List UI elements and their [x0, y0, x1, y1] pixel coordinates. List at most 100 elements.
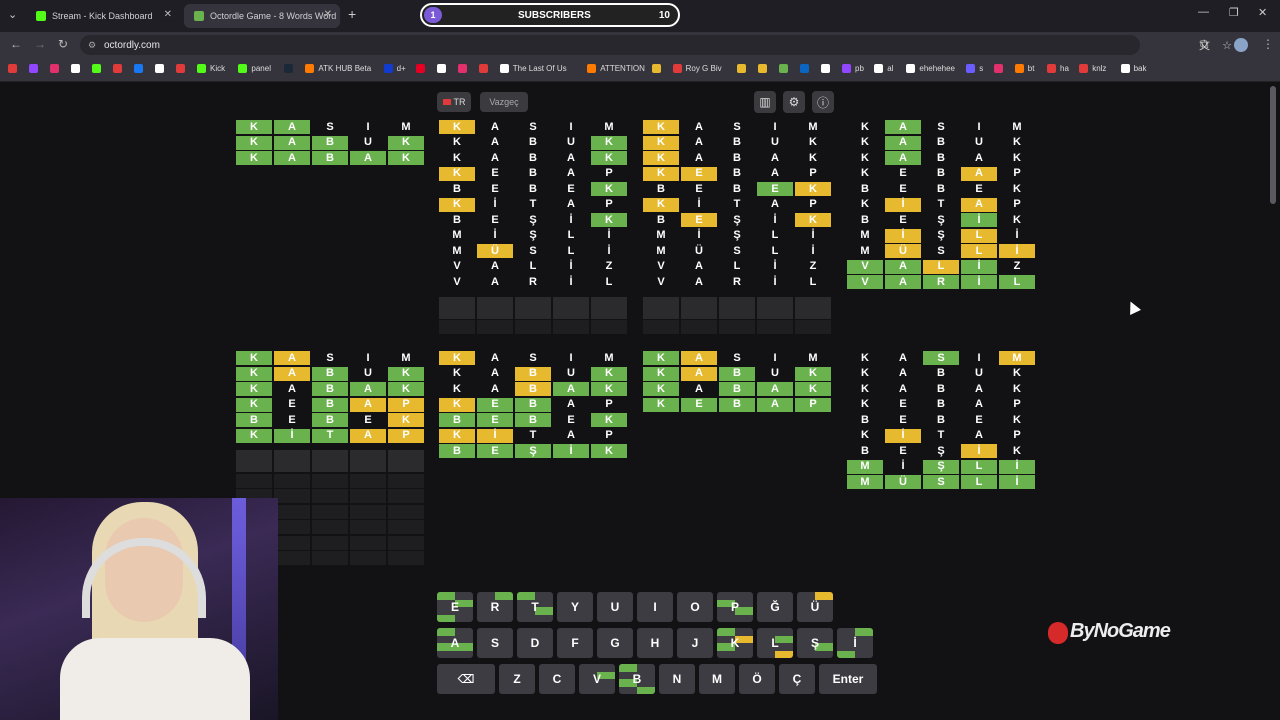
- bookmark-item[interactable]: [436, 64, 450, 73]
- tab-search-icon[interactable]: ⌄: [8, 8, 17, 21]
- close-window-button[interactable]: ✕: [1258, 6, 1267, 19]
- key-m[interactable]: M: [699, 664, 735, 694]
- bookmark-item[interactable]: [993, 64, 1007, 73]
- bookmark-item[interactable]: [478, 64, 492, 73]
- bookmark-item[interactable]: pb: [842, 64, 864, 73]
- bookmark-item[interactable]: [779, 64, 792, 73]
- key-k[interactable]: K: [717, 628, 753, 658]
- key-n[interactable]: N: [659, 664, 695, 694]
- key-i̇[interactable]: İ: [837, 628, 873, 658]
- key-h[interactable]: H: [637, 628, 673, 658]
- key-p[interactable]: P: [717, 592, 753, 622]
- bookmark-favicon-icon: [1079, 64, 1089, 73]
- bookmark-item[interactable]: [737, 64, 750, 73]
- bookmark-item[interactable]: [71, 64, 84, 73]
- close-icon[interactable]: ✕: [324, 9, 332, 20]
- key-u[interactable]: U: [597, 592, 633, 622]
- bookmark-item[interactable]: [113, 64, 126, 73]
- gear-icon[interactable]: ⚙: [783, 91, 805, 113]
- bookmark-item[interactable]: [92, 64, 105, 73]
- letter-tile: K: [795, 366, 831, 381]
- key-y[interactable]: Y: [557, 592, 593, 622]
- bookmark-item[interactable]: [176, 64, 189, 73]
- bookmark-item[interactable]: [134, 64, 147, 73]
- board-row: VARİL: [847, 275, 1035, 289]
- key-b[interactable]: B: [619, 664, 655, 694]
- profile-avatar[interactable]: [1234, 38, 1248, 52]
- bookmark-item[interactable]: Roy G Biv: [672, 64, 722, 73]
- bookmark-item[interactable]: bt: [1014, 64, 1034, 73]
- key-r[interactable]: R: [477, 592, 513, 622]
- current-input-tile: [591, 296, 627, 319]
- back-icon[interactable]: ←: [10, 37, 22, 51]
- new-tab-button[interactable]: +: [348, 6, 356, 22]
- key-ü[interactable]: Ü: [797, 592, 833, 622]
- tab-octordle[interactable]: Octordle Game - 8 Words Word ✕: [184, 4, 340, 28]
- tab-kick-dashboard[interactable]: Stream - Kick Dashboard ✕: [26, 4, 180, 28]
- bookmark-favicon-icon: [651, 64, 661, 73]
- language-button[interactable]: TR: [437, 92, 471, 112]
- bookmark-item[interactable]: al: [874, 64, 893, 73]
- key-j[interactable]: J: [677, 628, 713, 658]
- bookmark-item[interactable]: knlz: [1079, 64, 1106, 73]
- bookmark-item[interactable]: s: [966, 64, 983, 73]
- bookmark-item[interactable]: [29, 64, 42, 73]
- bookmark-item[interactable]: ha: [1047, 64, 1069, 73]
- info-icon[interactable]: ⓘ: [812, 91, 834, 113]
- key-i[interactable]: I: [637, 592, 673, 622]
- key-e[interactable]: E: [437, 592, 473, 622]
- bookmark-item[interactable]: panel: [238, 64, 271, 73]
- backspace-icon[interactable]: ⌫: [437, 664, 495, 694]
- bookmark-item[interactable]: [8, 64, 21, 73]
- bookmark-item[interactable]: ATTENTION: [587, 64, 645, 73]
- bookmark-item[interactable]: Kick: [197, 64, 225, 73]
- key-ç[interactable]: Ç: [779, 664, 815, 694]
- key-ğ[interactable]: Ğ: [757, 592, 793, 622]
- current-input-tile: [681, 296, 717, 319]
- bookmark-item[interactable]: [284, 64, 297, 73]
- key-t[interactable]: T: [517, 592, 553, 622]
- menu-icon[interactable]: ⋮: [1262, 37, 1274, 51]
- bookmark-item[interactable]: [758, 64, 771, 73]
- key-f[interactable]: F: [557, 628, 593, 658]
- site-info-icon[interactable]: ⚙: [88, 40, 96, 51]
- forward-icon[interactable]: →: [34, 37, 46, 51]
- letter-tile: K: [591, 366, 627, 381]
- bookmark-item[interactable]: bak: [1120, 64, 1147, 73]
- bookmark-item[interactable]: d+: [383, 64, 406, 73]
- reload-icon[interactable]: ↻: [58, 37, 68, 51]
- maximize-button[interactable]: ❐: [1229, 6, 1239, 19]
- key-d[interactable]: D: [517, 628, 553, 658]
- key-v[interactable]: V: [579, 664, 615, 694]
- page-scrollbar[interactable]: [1270, 86, 1276, 204]
- bookmark-item[interactable]: ehehehee: [906, 64, 955, 73]
- key-c[interactable]: C: [539, 664, 575, 694]
- bookmark-item[interactable]: [155, 64, 168, 73]
- bookmark-item[interactable]: The Last Of Us: [499, 64, 567, 73]
- extensions-icon[interactable]: ⧉: [1200, 37, 1209, 52]
- bookmark-item[interactable]: [800, 64, 813, 73]
- key-o[interactable]: O: [677, 592, 713, 622]
- enter-key[interactable]: Enter: [819, 664, 877, 694]
- bookmark-star-icon[interactable]: ☆: [1222, 39, 1232, 52]
- bookmark-item[interactable]: [50, 64, 63, 73]
- key-ş[interactable]: Ş: [797, 628, 833, 658]
- key-ö[interactable]: Ö: [739, 664, 775, 694]
- close-icon[interactable]: ✕: [164, 9, 172, 20]
- key-l[interactable]: L: [757, 628, 793, 658]
- bookmark-item[interactable]: [415, 64, 429, 73]
- key-g[interactable]: G: [597, 628, 633, 658]
- address-field[interactable]: ⚙ octordly.com 文 ☆: [80, 35, 1232, 55]
- key-a[interactable]: A: [437, 628, 473, 658]
- bookmark-item[interactable]: [651, 64, 665, 73]
- give-up-button[interactable]: Vazgeç: [480, 92, 528, 112]
- letter-tile: B: [515, 413, 551, 427]
- key-s[interactable]: S: [477, 628, 513, 658]
- key-z[interactable]: Z: [499, 664, 535, 694]
- bookmark-item[interactable]: [457, 64, 471, 73]
- letter-tile: A: [695, 151, 703, 164]
- bookmark-item[interactable]: [821, 64, 834, 73]
- minimize-button[interactable]: —: [1198, 6, 1209, 18]
- bar-chart-icon[interactable]: ▥: [754, 91, 776, 113]
- bookmark-item[interactable]: ATK HUB Beta: [305, 64, 371, 73]
